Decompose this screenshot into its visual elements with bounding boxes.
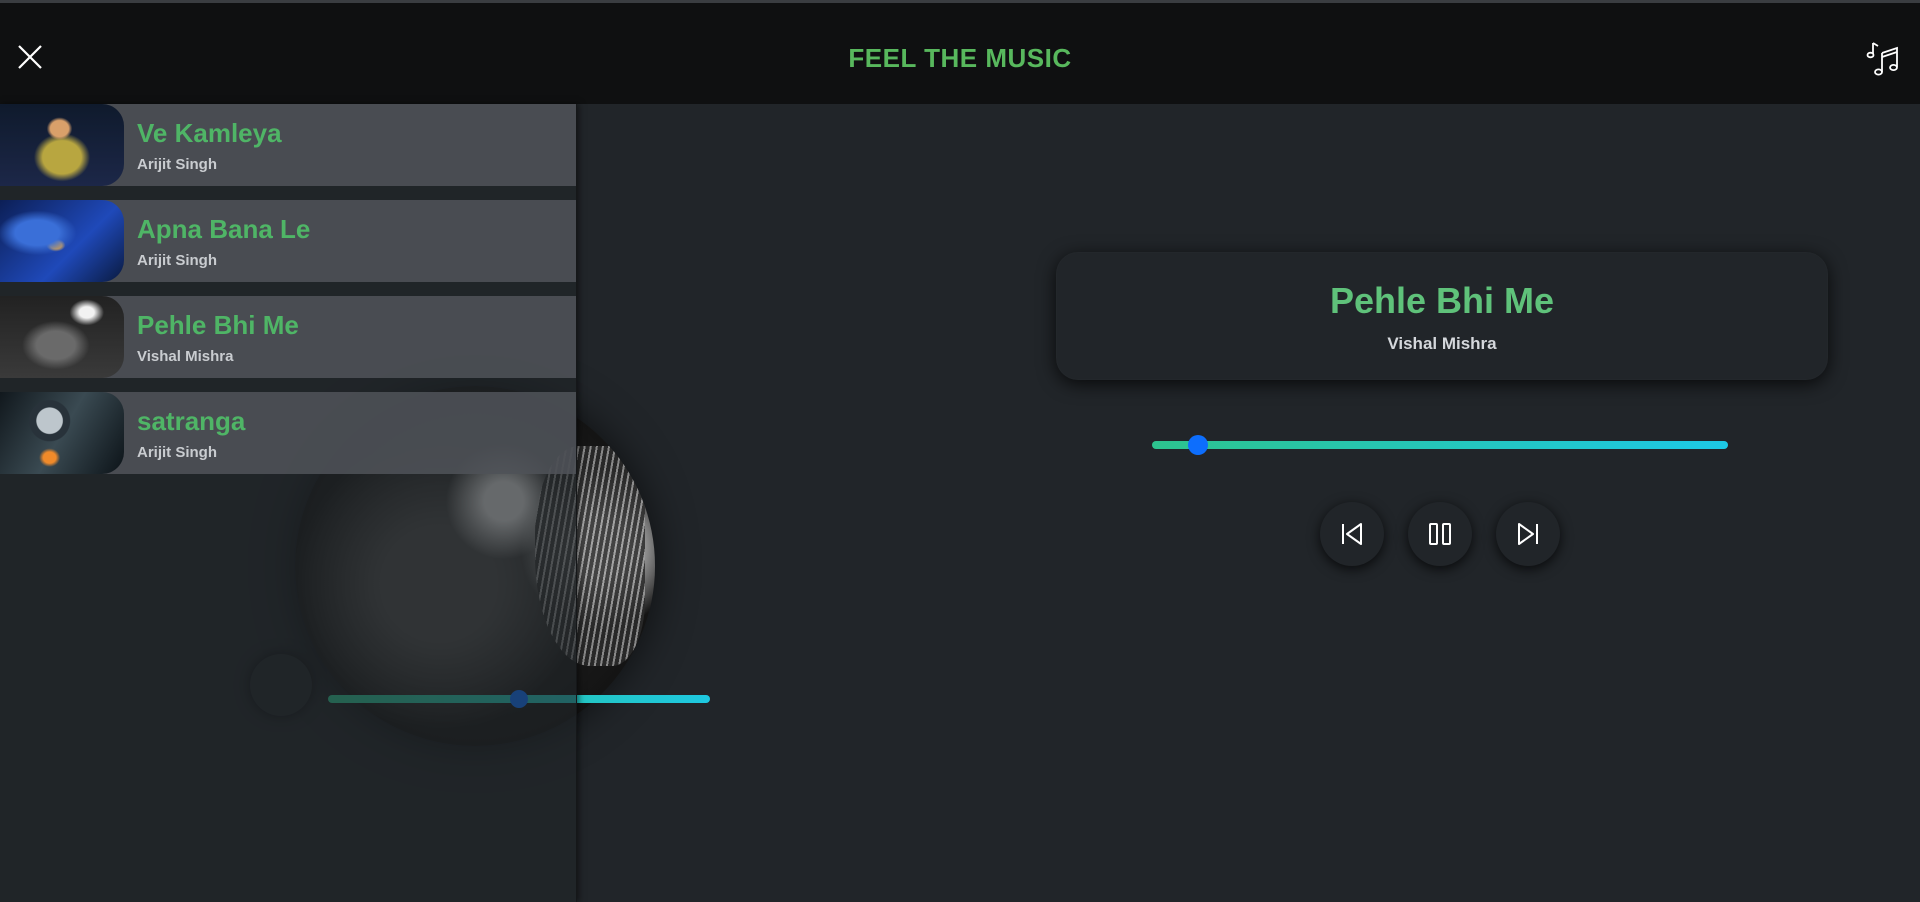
playlist-item[interactable]: Apna Bana Le Arijit Singh xyxy=(0,200,576,282)
song-title: Ve Kamleya xyxy=(137,118,282,148)
app-title: FEEL THE MUSIC xyxy=(848,43,1072,73)
song-thumbnail xyxy=(0,392,124,474)
previous-button[interactable] xyxy=(1320,502,1384,566)
song-artist: Vishal Mishra xyxy=(137,348,234,365)
app-header: FEEL THE MUSIC xyxy=(0,0,1920,104)
playlist-toggle-button[interactable] xyxy=(1864,39,1902,77)
music-notes-icon xyxy=(1866,42,1898,76)
song-title: Apna Bana Le xyxy=(137,214,311,244)
skip-next-icon xyxy=(1518,523,1538,545)
music-player-app: FEEL THE MUSIC Pehle Bhi Me Vishal Mishr… xyxy=(0,0,1920,902)
next-button[interactable] xyxy=(1496,502,1560,566)
song-artist: Arijit Singh xyxy=(137,252,217,269)
pause-button[interactable] xyxy=(1408,502,1472,566)
progress-bar[interactable] xyxy=(1152,441,1728,449)
progress-thumb[interactable] xyxy=(1188,435,1209,455)
pause-icon xyxy=(1429,523,1451,545)
playlist-item[interactable]: satranga Arijit Singh xyxy=(0,392,576,474)
song-title: satranga xyxy=(137,406,246,436)
song-title: Pehle Bhi Me xyxy=(137,310,299,340)
playlist-item[interactable]: Ve Kamleya Arijit Singh xyxy=(0,104,576,186)
playlist-item[interactable]: Pehle Bhi Me Vishal Mishra xyxy=(0,296,576,378)
song-thumbnail xyxy=(0,296,124,378)
skip-previous-icon xyxy=(1342,523,1362,545)
playlist-sidebar: Ve Kamleya Arijit Singh Apna Bana Le Ari… xyxy=(0,104,577,902)
now-playing-artist: Vishal Mishra xyxy=(1387,334,1497,353)
song-artist: Arijit Singh xyxy=(137,156,217,173)
song-thumbnail xyxy=(0,104,124,186)
song-thumbnail xyxy=(0,200,124,282)
song-artist: Arijit Singh xyxy=(137,444,217,461)
now-playing-card: Pehle Bhi Me Vishal Mishra xyxy=(1056,252,1828,380)
now-playing-title: Pehle Bhi Me xyxy=(1329,280,1555,321)
